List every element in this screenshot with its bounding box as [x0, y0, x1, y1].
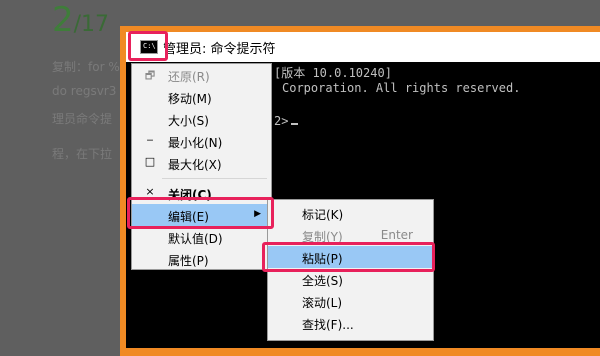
console-copyright-line: Corporation. All rights reserved.	[282, 81, 521, 95]
menu-item-label: 最小化(N)	[168, 136, 223, 150]
menu-item-minimize[interactable]: ‒ 最小化(N)	[132, 130, 271, 152]
menu-item-label: 属性(P)	[168, 254, 209, 268]
window-title: 管理员: 命令提示符	[163, 42, 276, 57]
highlight-edit-item	[127, 197, 274, 229]
restore-icon: 🗗	[144, 69, 156, 82]
menu-item-label: 默认值(D)	[168, 232, 223, 246]
minimize-icon: ‒	[146, 133, 154, 146]
highlight-paste-item	[262, 242, 435, 272]
console-version-line: [版本 10.0.10240]	[274, 66, 392, 80]
menu-item-maximize[interactable]: □ 最大化(X)	[132, 152, 271, 174]
menu-separator	[162, 178, 267, 179]
menu-item-label: 移动(M)	[168, 92, 212, 106]
menu-item-scroll[interactable]: 滚动(L)	[268, 290, 433, 312]
menu-item-mark[interactable]: 标记(K)	[268, 202, 433, 224]
menu-item-properties[interactable]: 属性(P)	[132, 248, 271, 270]
menu-item-label: 滚动(L)	[302, 296, 343, 310]
menu-item-restore[interactable]: 🗗 还原(R)	[132, 64, 271, 86]
article-line: 程，在下拉	[52, 147, 113, 161]
highlight-app-icon	[128, 31, 168, 61]
article-line: 复制：for %1	[52, 60, 128, 74]
menu-item-shortcut: Enter	[380, 228, 413, 242]
menu-item-move[interactable]: 移动(M)	[132, 86, 271, 108]
menu-item-label: 查找(F)...	[302, 318, 354, 332]
menu-item-label: 标记(K)	[302, 208, 344, 222]
menu-item-defaults[interactable]: 默认值(D)	[132, 226, 271, 248]
step-number: 2	[52, 0, 74, 40]
console-cursor	[291, 123, 298, 125]
menu-item-label: 还原(R)	[168, 70, 210, 84]
article-line: do regsvr3	[52, 84, 117, 98]
step-indicator: 2/17	[52, 0, 109, 45]
maximize-icon: □	[144, 155, 156, 168]
menu-item-label: 大小(S)	[168, 114, 209, 128]
step-total: /17	[73, 12, 110, 37]
console-prompt: 2>	[274, 114, 289, 128]
system-menu: 🗗 还原(R) 移动(M) 大小(S) ‒ 最小化(N) □ 最大化(X) × …	[131, 63, 272, 270]
article-line: 理员命令提	[52, 112, 113, 126]
menu-item-size[interactable]: 大小(S)	[132, 108, 271, 130]
menu-item-label: 最大化(X)	[168, 158, 222, 172]
menu-item-label: 全选(S)	[302, 274, 343, 288]
menu-item-find[interactable]: 查找(F)...	[268, 312, 433, 334]
